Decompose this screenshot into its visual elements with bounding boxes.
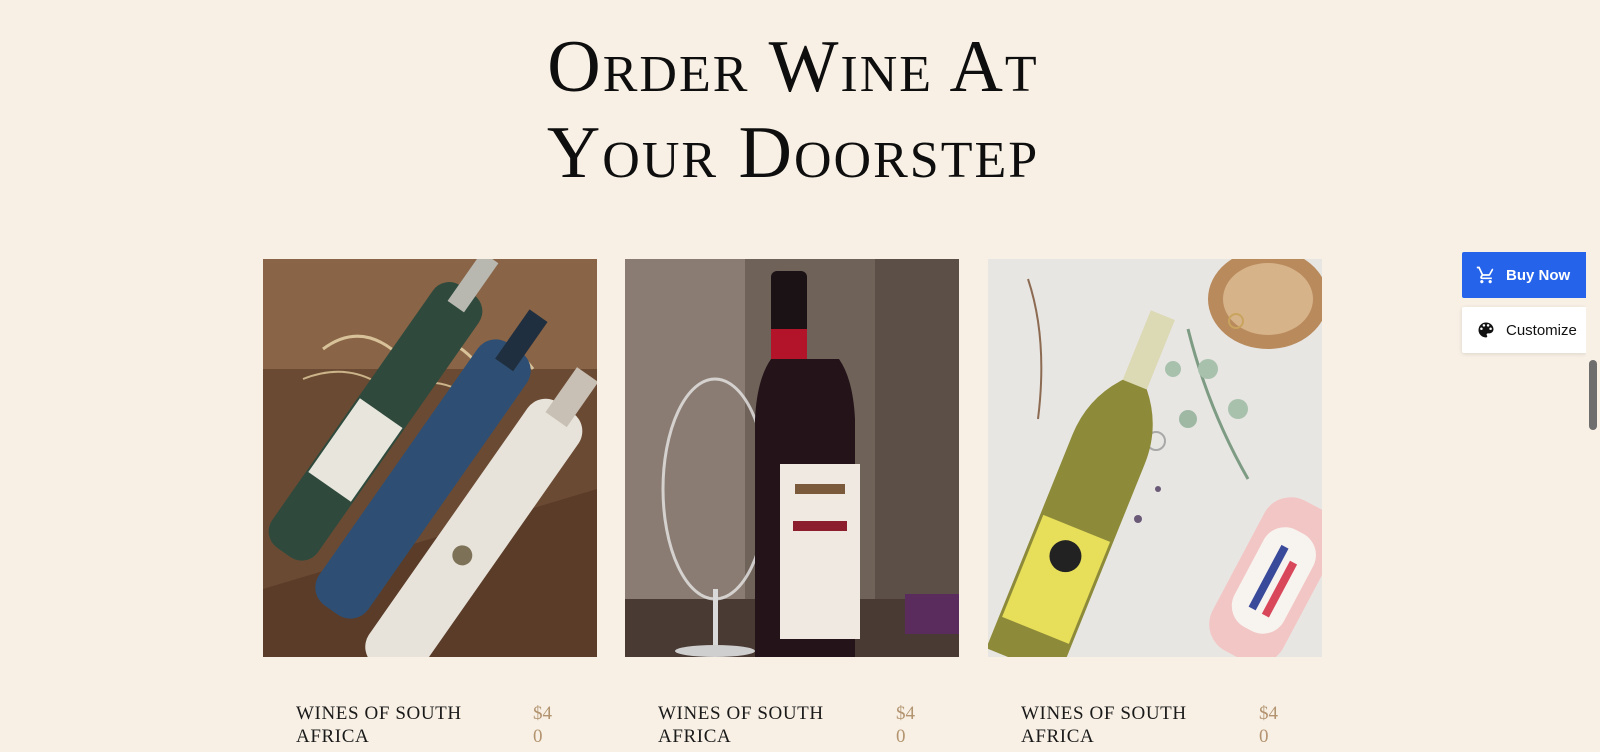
page-title-line-1: Order Wine At bbox=[547, 26, 1039, 108]
product-image-2[interactable] bbox=[625, 259, 959, 657]
product-price-2: $40 bbox=[896, 703, 915, 747]
product-name-2: WINES OF SOUTH AFRICA bbox=[658, 703, 824, 747]
page-title-line-2: Your Doorstep bbox=[546, 112, 1040, 194]
customize-button[interactable]: Customize bbox=[1462, 307, 1586, 353]
cart-icon bbox=[1476, 265, 1496, 285]
customize-label: Customize bbox=[1506, 321, 1577, 339]
palette-icon bbox=[1476, 320, 1496, 340]
buy-now-button[interactable]: Buy Now bbox=[1462, 252, 1586, 298]
scrollbar[interactable] bbox=[1586, 0, 1600, 752]
product-image-1[interactable] bbox=[263, 259, 597, 657]
white-wine-flatlay-photo bbox=[988, 259, 1322, 657]
page-title: Order Wine At Your Doorstep bbox=[0, 24, 1586, 196]
product-price-1: $40 bbox=[533, 703, 552, 747]
product-image-3[interactable] bbox=[988, 259, 1322, 657]
product-price-3: $40 bbox=[1259, 703, 1278, 747]
red-wine-bottle-glass-photo bbox=[625, 259, 959, 657]
wine-crate-photo bbox=[263, 259, 597, 657]
scrollbar-thumb[interactable] bbox=[1589, 360, 1597, 430]
buy-now-label: Buy Now bbox=[1506, 266, 1571, 284]
product-name-1: WINES OF SOUTH AFRICA bbox=[296, 703, 462, 747]
product-name-3: WINES OF SOUTH AFRICA bbox=[1021, 703, 1187, 747]
